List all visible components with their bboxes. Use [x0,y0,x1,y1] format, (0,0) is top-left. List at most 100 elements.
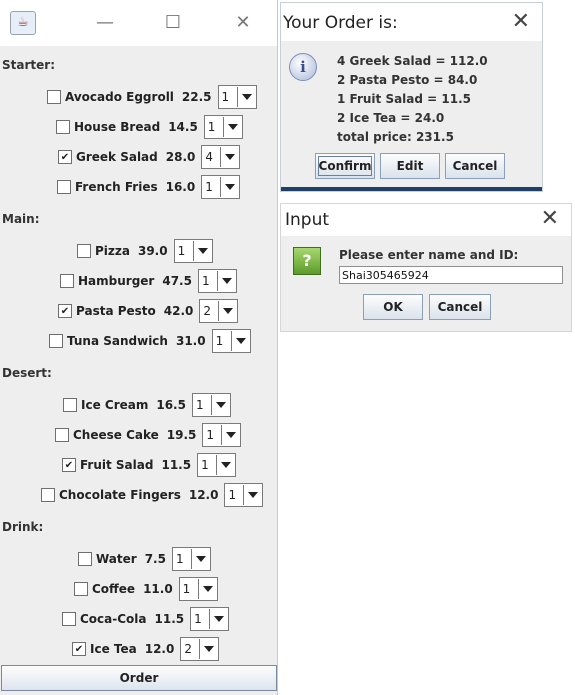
item-name: Tuna Sandwich [67,334,168,348]
item-name: Water [96,552,137,566]
quantity-select[interactable]: 1 [217,85,257,109]
order-dialog-title: Your Order is: [283,13,398,33]
menu-item-pizza: Pizza 39.0 1 [77,239,213,263]
item-name: Pasta Pesto [76,304,156,318]
ok-button[interactable]: OK [363,294,423,320]
menu-item-french-fries: French Fries 16.0 1 [57,175,241,199]
chevron-down-icon[interactable] [219,301,237,321]
item-checkbox[interactable] [55,428,69,442]
quantity-select[interactable]: 1 [197,269,237,293]
section-label-main: Main: [2,212,40,226]
item-checkbox[interactable] [62,612,76,626]
quantity-select[interactable]: 1 [224,483,264,507]
quantity-select[interactable]: 2 [199,299,239,323]
quantity-select[interactable]: 1 [201,175,241,199]
item-name: Avocado Eggroll [65,90,174,104]
order-line: 2 Pasta Pesto = 84.0 [337,73,478,87]
maximize-icon[interactable]: ☐ [160,10,186,36]
item-price: 11.5 [161,458,192,472]
cancel-button[interactable]: Cancel [445,153,505,179]
close-icon[interactable]: ✕ [541,206,559,232]
item-checkbox[interactable] [58,304,72,318]
quantity-select[interactable]: 1 [190,607,230,631]
item-name: House Bread [74,120,161,134]
minimize-icon[interactable]: — [92,10,118,36]
quantity-value: 1 [180,579,199,599]
chevron-down-icon[interactable] [244,485,262,505]
chevron-down-icon[interactable] [224,117,242,137]
quantity-value: 1 [173,549,192,569]
quantity-value: 4 [202,147,222,167]
quantity-select[interactable]: 2 [180,637,220,661]
quantity-select[interactable]: 4 [201,145,241,169]
section-label-drink: Drink: [2,520,44,534]
menu-item-greek-salad: Greek Salad 28.0 4 [58,145,241,169]
edit-button[interactable]: Edit [380,153,440,179]
quantity-value: 1 [205,117,224,137]
item-name: French Fries [75,180,158,194]
quantity-select[interactable]: 1 [178,577,218,601]
item-price: 7.5 [144,552,166,566]
item-name: Coca-Cola [80,612,147,626]
cancel-button[interactable]: Cancel [429,294,491,320]
item-price: 16.5 [156,398,186,412]
item-price: 19.5 [166,428,197,442]
item-checkbox[interactable] [58,150,72,164]
item-price: 22.5 [181,90,212,104]
chevron-down-icon[interactable] [232,331,250,351]
item-checkbox[interactable] [56,120,70,134]
chevron-down-icon[interactable] [217,455,235,475]
close-icon[interactable]: ✕ [230,10,256,36]
chevron-down-icon[interactable] [194,241,212,261]
chevron-down-icon[interactable] [222,425,240,445]
item-checkbox[interactable] [72,642,86,656]
item-checkbox[interactable] [47,90,61,104]
chevron-down-icon[interactable] [210,609,228,629]
item-name: Coffee [92,582,136,596]
item-checkbox[interactable] [62,458,76,472]
menu-item-water: Water 7.5 1 [78,547,211,571]
quantity-value: 1 [219,87,238,107]
item-checkbox[interactable] [77,244,91,258]
item-name: Cheese Cake [73,428,159,442]
quantity-select[interactable]: 1 [173,239,213,263]
chevron-down-icon[interactable] [221,177,239,197]
quantity-value: 1 [198,455,218,475]
order-line: 2 Ice Tea = 24.0 [337,111,445,125]
chevron-down-icon[interactable] [212,395,230,415]
quantity-select[interactable]: 1 [211,329,251,353]
item-checkbox[interactable] [49,334,63,348]
order-button[interactable]: Order [1,665,277,691]
order-line: 4 Greek Salad = 112.0 [337,54,488,68]
menu-item-house-bread: House Bread 14.5 1 [56,115,243,139]
chevron-down-icon[interactable] [221,147,239,167]
quantity-select[interactable]: 1 [203,115,243,139]
chevron-down-icon[interactable] [238,87,256,107]
section-label-starter: Starter: [2,58,55,72]
chevron-down-icon[interactable] [199,579,217,599]
chevron-down-icon[interactable] [218,271,236,291]
item-name: Pizza [95,244,130,258]
item-checkbox[interactable] [57,180,71,194]
item-name: Chocolate Fingers [59,488,181,502]
item-checkbox[interactable] [63,398,77,412]
item-checkbox[interactable] [41,488,55,502]
item-name: Ice Cream [81,398,149,412]
quantity-value: 1 [175,241,194,261]
chevron-down-icon[interactable] [200,639,218,659]
quantity-value: 1 [213,331,232,351]
chevron-down-icon[interactable] [192,549,210,569]
item-checkbox[interactable] [60,274,74,288]
quantity-select[interactable]: 1 [171,547,211,571]
quantity-select[interactable]: 1 [197,453,237,477]
quantity-select[interactable]: 1 [202,423,242,447]
menu-item-chocolate-fingers: Chocolate Fingers 12.0 1 [41,483,264,507]
item-checkbox[interactable] [78,552,92,566]
quantity-select[interactable]: 1 [191,393,231,417]
name-id-input[interactable] [339,266,563,284]
confirm-button[interactable]: Confirm [315,153,375,179]
prompt-label: Please enter name and ID: [339,248,519,262]
close-icon[interactable]: ✕ [512,9,530,35]
item-checkbox[interactable] [74,582,88,596]
item-name: Greek Salad [76,150,158,164]
